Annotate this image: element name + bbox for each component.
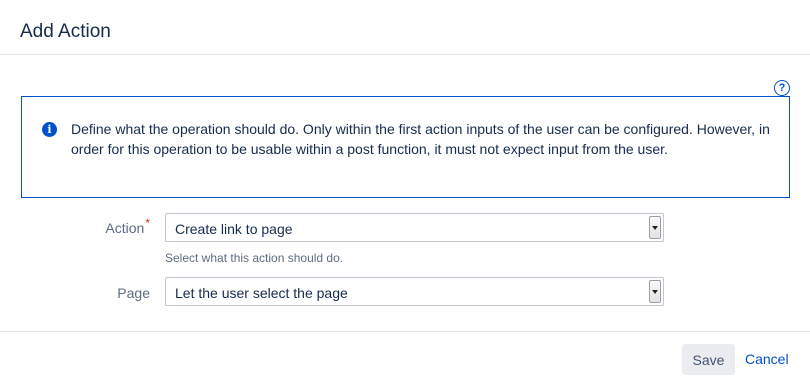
info-icon: i	[42, 122, 57, 137]
cancel-button[interactable]: Cancel	[742, 344, 792, 375]
action-select[interactable]: Create link to page	[165, 213, 664, 242]
dialog-footer: Save Cancel	[0, 331, 810, 383]
help-icon[interactable]: ?	[774, 80, 790, 96]
page-label: Page	[117, 285, 150, 301]
page-select-value: Let the user select the page	[175, 285, 348, 301]
chevron-down-icon	[649, 216, 661, 239]
action-label-text: Action	[105, 220, 145, 236]
required-marker: *	[145, 216, 150, 230]
add-action-dialog: Add Action ? i Define what the operation…	[0, 0, 810, 383]
action-select-value: Create link to page	[175, 221, 293, 237]
action-help-text: Select what this action should do.	[165, 251, 344, 265]
info-text: Define what the operation should do. Onl…	[71, 121, 770, 157]
chevron-down-icon	[649, 280, 661, 303]
page-select[interactable]: Let the user select the page	[165, 277, 664, 306]
action-label: Action*	[105, 216, 150, 236]
dialog-header: Add Action	[0, 0, 810, 55]
save-button[interactable]: Save	[682, 344, 735, 375]
dialog-title: Add Action	[20, 21, 111, 42]
info-message: i Define what the operation should do. O…	[21, 96, 790, 198]
